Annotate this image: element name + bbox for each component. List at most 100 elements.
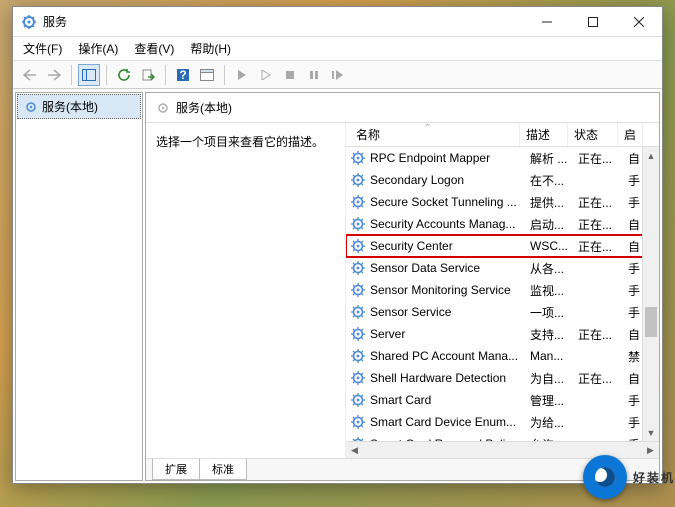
service-gear-icon — [350, 414, 366, 430]
service-row[interactable]: Server支持...正在...自 — [346, 323, 659, 345]
back-button[interactable] — [19, 64, 41, 86]
service-desc: 从各... — [530, 260, 578, 277]
svg-text:?: ? — [179, 68, 186, 82]
service-gear-icon — [350, 260, 366, 276]
service-desc: 提供... — [530, 194, 578, 211]
service-row[interactable]: Secondary Logon在不...手 — [346, 169, 659, 191]
service-row[interactable]: Sensor Monitoring Service监视...手 — [346, 279, 659, 301]
tree-root-label: 服务(本地) — [42, 98, 98, 115]
service-name: Smart Card Device Enum... — [370, 415, 530, 429]
pause-service-button[interactable] — [303, 64, 325, 86]
service-desc: Man... — [530, 349, 578, 363]
services-window: 服务 文件(F) 操作(A) 查看(V) 帮助(H) ? — [12, 6, 663, 484]
service-name: Sensor Monitoring Service — [370, 283, 530, 297]
refresh-button[interactable] — [113, 64, 135, 86]
export-button[interactable] — [137, 64, 159, 86]
maximize-button[interactable] — [570, 7, 616, 36]
gear-icon — [156, 101, 170, 115]
service-row[interactable]: Shell Hardware Detection为自...正在...自 — [346, 367, 659, 389]
menu-action[interactable]: 操作(A) — [78, 40, 118, 57]
service-gear-icon — [350, 282, 366, 298]
tree-root-item[interactable]: 服务(本地) — [17, 94, 141, 119]
service-row[interactable]: Sensor Data Service从各...手 — [346, 257, 659, 279]
column-description[interactable]: 描述 — [520, 123, 568, 146]
horizontal-scrollbar[interactable]: ◀ ▶ — [346, 441, 659, 458]
service-gear-icon — [350, 392, 366, 408]
service-gear-icon — [350, 172, 366, 188]
service-row[interactable]: Smart Card Removal Poli...允许...手 — [346, 433, 659, 441]
menubar: 文件(F) 操作(A) 查看(V) 帮助(H) — [13, 37, 662, 61]
service-desc: 为自... — [530, 370, 578, 387]
vertical-scrollbar[interactable]: ▲ ▼ — [642, 147, 659, 441]
service-row[interactable]: Secure Socket Tunneling ...提供...正在...手 — [346, 191, 659, 213]
service-status: 正在... — [578, 216, 628, 233]
help-button[interactable]: ? — [172, 64, 194, 86]
service-gear-icon — [350, 370, 366, 386]
service-status: 正在... — [578, 326, 628, 343]
restart-service-button[interactable] — [327, 64, 349, 86]
sort-indicator-icon: ˆ — [426, 123, 429, 133]
scroll-thumb[interactable] — [645, 307, 657, 337]
service-gear-icon — [350, 216, 366, 232]
scroll-up-arrow[interactable]: ▲ — [643, 147, 659, 164]
titlebar[interactable]: 服务 — [13, 7, 662, 37]
menu-help[interactable]: 帮助(H) — [190, 40, 231, 57]
service-status: 正在... — [578, 238, 628, 255]
tab-standard[interactable]: 标准 — [199, 459, 247, 480]
show-hide-tree-button[interactable] — [78, 64, 100, 86]
service-name: Shell Hardware Detection — [370, 371, 530, 385]
service-desc: WSC... — [530, 239, 578, 253]
scroll-down-arrow[interactable]: ▼ — [643, 424, 659, 441]
service-row[interactable]: Security CenterWSC...正在...自 — [346, 235, 659, 257]
pane-heading-text: 服务(本地) — [176, 99, 232, 116]
service-list-pane: ˆ 名称 描述 状态 启 RPC Endpoint Mapper解析 ...正在… — [346, 123, 659, 458]
start-service-button[interactable] — [231, 64, 253, 86]
right-pane: 服务(本地) 选择一个项目来查看它的描述。 ˆ 名称 描述 状态 启 RPC E… — [145, 92, 660, 481]
scroll-left-arrow[interactable]: ◀ — [346, 442, 363, 458]
service-desc: 管理... — [530, 392, 578, 409]
gear-icon — [24, 100, 38, 114]
service-gear-icon — [350, 150, 366, 166]
service-name: Secure Socket Tunneling ... — [370, 195, 530, 209]
properties-button[interactable] — [196, 64, 218, 86]
close-button[interactable] — [616, 7, 662, 36]
column-status[interactable]: 状态 — [568, 123, 618, 146]
service-name: Smart Card — [370, 393, 530, 407]
service-name: Smart Card Removal Poli... — [370, 437, 530, 441]
service-row[interactable]: RPC Endpoint Mapper解析 ...正在...自 — [346, 147, 659, 169]
service-row[interactable]: Security Accounts Manag...启动...正在...自 — [346, 213, 659, 235]
service-gear-icon — [350, 326, 366, 342]
service-gear-icon — [350, 348, 366, 364]
service-row[interactable]: Sensor Service一项...手 — [346, 301, 659, 323]
tree-pane[interactable]: 服务(本地) — [15, 92, 143, 481]
service-status: 正在... — [578, 370, 628, 387]
scroll-right-arrow[interactable]: ▶ — [642, 442, 659, 458]
service-rows[interactable]: RPC Endpoint Mapper解析 ...正在...自Secondary… — [346, 147, 659, 441]
service-row[interactable]: Shared PC Account Mana...Man...禁 — [346, 345, 659, 367]
service-desc: 启动... — [530, 216, 578, 233]
service-gear-icon — [350, 436, 366, 441]
service-name: Sensor Data Service — [370, 261, 530, 275]
service-name: Security Center — [370, 239, 530, 253]
service-row[interactable]: Smart Card管理...手 — [346, 389, 659, 411]
services-app-icon — [21, 14, 37, 30]
service-name: Secondary Logon — [370, 173, 530, 187]
menu-view[interactable]: 查看(V) — [134, 40, 174, 57]
tab-extended[interactable]: 扩展 — [152, 459, 200, 480]
service-row[interactable]: Smart Card Device Enum...为给...手 — [346, 411, 659, 433]
forward-button[interactable] — [43, 64, 65, 86]
pane-heading: 服务(本地) — [146, 93, 659, 123]
column-name[interactable]: 名称 — [350, 123, 520, 146]
stop-service-button[interactable] — [279, 64, 301, 86]
minimize-button[interactable] — [524, 7, 570, 36]
menu-file[interactable]: 文件(F) — [23, 40, 62, 57]
service-desc: 为给... — [530, 414, 578, 431]
service-name: RPC Endpoint Mapper — [370, 151, 530, 165]
service-name: Security Accounts Manag... — [370, 217, 530, 231]
service-desc: 监视... — [530, 282, 578, 299]
service-desc: 在不... — [530, 172, 578, 189]
column-headers[interactable]: ˆ 名称 描述 状态 启 — [346, 123, 659, 147]
stop-alt-button[interactable] — [255, 64, 277, 86]
service-gear-icon — [350, 194, 366, 210]
column-startup[interactable]: 启 — [618, 123, 643, 146]
